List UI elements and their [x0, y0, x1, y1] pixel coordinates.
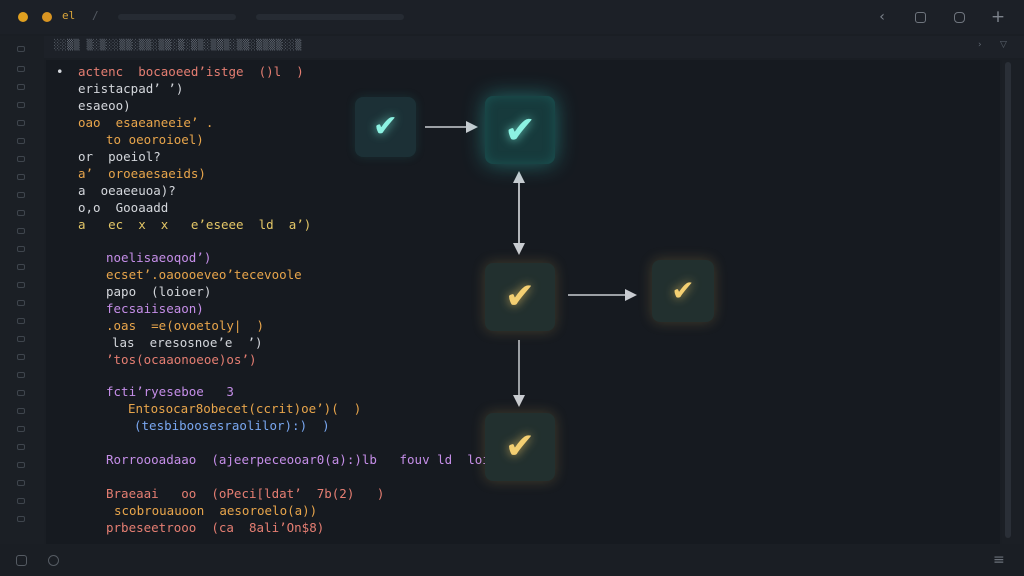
gutter-icon[interactable] [17, 282, 25, 288]
gutter-icon[interactable] [17, 318, 25, 324]
code-line: papo (loioer) [106, 284, 212, 299]
gutter-icon[interactable] [17, 192, 25, 198]
tab-placeholder-2[interactable] [256, 14, 404, 20]
activity-gutter [0, 36, 44, 544]
title-bar: el ∕ ‹ + [0, 0, 1024, 34]
code-line: a’ oroeaesaeids) [78, 166, 206, 181]
gutter-icon[interactable] [17, 480, 25, 486]
gutter-icon[interactable] [17, 516, 25, 522]
panel-icon[interactable] [954, 12, 965, 23]
gutter-icon[interactable] [17, 498, 25, 504]
gutter-icon[interactable] [17, 372, 25, 378]
flow-node-start[interactable]: ✔ [355, 97, 416, 157]
code-line: prbeseetrooo (ca 8ali’On$8) [106, 520, 325, 535]
code-line: (tesbiboosesraolilor):) ) [134, 418, 330, 433]
gutter-icon[interactable] [17, 228, 25, 234]
gutter-icon[interactable] [17, 462, 25, 468]
code-line: a oeaeeuoa)? [78, 183, 176, 198]
code-line: fecsaiiseaon) [106, 301, 204, 316]
gutter-icon[interactable] [17, 444, 25, 450]
gutter-icon[interactable] [17, 210, 25, 216]
code-line: esaeoo) [78, 98, 131, 113]
filter-icon[interactable]: ▽ [1000, 40, 1007, 50]
menu-icon[interactable]: ≡ [993, 552, 1005, 568]
status-bar: ≡ [0, 546, 1024, 576]
gutter-icon[interactable] [17, 174, 25, 180]
gutter-icon[interactable] [17, 354, 25, 360]
check-icon: ✔ [671, 274, 695, 307]
terminal-icon[interactable] [16, 555, 27, 566]
code-line: a ec x x e’eseee ld a’) [78, 217, 312, 232]
scrollbar-thumb[interactable] [1005, 62, 1011, 538]
explorer-icon[interactable] [17, 46, 25, 52]
gutter-icon[interactable] [17, 120, 25, 126]
flow-node-complete[interactable]: ✔ [485, 413, 555, 481]
check-icon: ✔ [504, 108, 536, 152]
code-line: actenc bocaoeed’istge ()l ) [78, 64, 304, 79]
window-dot-minimize[interactable] [42, 12, 52, 22]
share-icon[interactable]: ‹ [873, 8, 891, 26]
flow-node-review[interactable]: ✔ [485, 263, 555, 331]
window-dot-close[interactable] [18, 12, 28, 22]
window-icon[interactable] [915, 12, 926, 23]
breadcrumb-chevron-icon[interactable]: › [978, 40, 982, 50]
breadcrumb-path[interactable]: ░░▒▒ ▒░▒░░▒▒░▒▒░▒▒░▒░▒▒░▒▒▒░▒▒░▒▒▒▒░░▒ [54, 40, 302, 51]
check-icon: ✔ [504, 276, 536, 317]
gutter-icon[interactable] [17, 84, 25, 90]
gutter-icon[interactable] [17, 300, 25, 306]
code-line: ecset’.oaoooeveo’tecevoole [106, 267, 302, 282]
code-line: scobrouauoon aesoroelo(a)) [114, 503, 318, 518]
app-glyph-secondary: ∕ [92, 9, 99, 22]
code-line: eristacpad’ ’) [78, 81, 184, 96]
flow-node-verified[interactable]: ✔ [485, 96, 555, 164]
breadcrumb: ░░▒▒ ▒░▒░░▒▒░▒▒░▒▒░▒░▒▒░▒▒▒░▒▒░▒▒▒▒░░▒ ›… [44, 36, 1024, 58]
flow-node-approved[interactable]: ✔ [652, 260, 714, 322]
gutter-icon[interactable] [17, 246, 25, 252]
code-line: ’tos(ocaaonoeoe)os’) [106, 352, 257, 367]
app-glyph: el [62, 9, 76, 22]
branch-icon[interactable] [48, 555, 59, 566]
code-line: Entosocar8obecet(ccrit)oe’)( ) [128, 401, 362, 416]
tab-placeholder[interactable] [118, 14, 236, 20]
gutter-icon[interactable] [17, 408, 25, 414]
code-line: oao esaeaneeie’ . [78, 115, 214, 130]
code-line: o,o Gooaadd [78, 200, 169, 215]
code-line: fcti’ryeseboe 3 [106, 384, 234, 399]
code-line: Braeaai oo (oPeci[ldat’ 7b(2) ) [106, 486, 385, 501]
check-icon: ✔ [504, 426, 536, 467]
code-line: Rorroooadaao (ajeerpeceooar0(a):)lb fouv… [106, 452, 535, 467]
code-line: noelisaeoqod’) [106, 250, 212, 265]
check-icon: ✔ [372, 109, 399, 144]
code-line: las eresosnoe’e ’) [112, 335, 263, 350]
gutter-icon[interactable] [17, 390, 25, 396]
add-icon[interactable]: + [989, 8, 1007, 26]
gutter-icon[interactable] [17, 138, 25, 144]
gutter-icon[interactable] [17, 264, 25, 270]
code-line: • [56, 64, 64, 79]
code-line: or poeiol? [78, 149, 161, 164]
gutter-icon[interactable] [17, 156, 25, 162]
code-line: to oeoroioel) [106, 132, 204, 147]
gutter-icon[interactable] [17, 336, 25, 342]
code-line: .oas =e(ovoetoly| ) [106, 318, 265, 333]
search-icon[interactable] [17, 66, 25, 72]
gutter-icon[interactable] [17, 102, 25, 108]
gutter-icon[interactable] [17, 426, 25, 432]
